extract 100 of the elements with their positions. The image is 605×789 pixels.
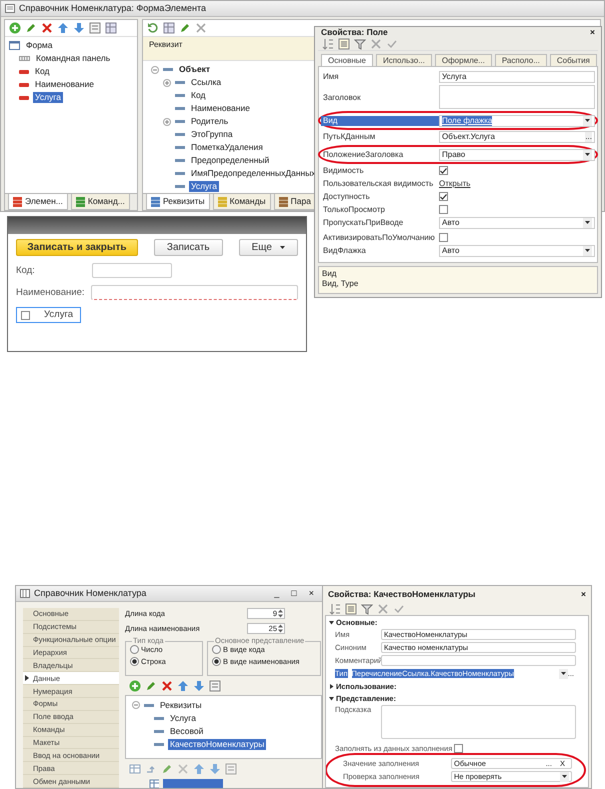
collapse-arrow-icon[interactable] [329, 620, 334, 624]
checkbox[interactable] [454, 744, 464, 753]
tree-item[interactable]: КачествоНоменклатуры [168, 739, 266, 750]
pencil-icon[interactable] [161, 762, 173, 775]
dropdown-arrow-icon[interactable] [585, 153, 590, 156]
panel-tab[interactable]: Элемен... [8, 194, 68, 210]
tree-item[interactable]: ЭтоГруппа [189, 129, 235, 140]
panel-icon[interactable] [89, 22, 101, 34]
property-field[interactable] [381, 705, 576, 739]
tree-item[interactable]: Услуга [168, 713, 198, 724]
pencil-icon[interactable] [25, 22, 37, 34]
tree-item[interactable]: Код [189, 90, 208, 101]
pencil-icon[interactable] [145, 680, 157, 692]
save-close-button[interactable]: Записать и закрыть [16, 239, 138, 256]
checkbox[interactable] [439, 205, 448, 214]
tree-item[interactable]: Предопределенный [189, 155, 272, 166]
checkbox[interactable] [21, 310, 30, 320]
property-field[interactable]: Услуга [439, 70, 595, 83]
tree-item[interactable]: Форма [24, 40, 54, 51]
delete-icon[interactable] [377, 602, 389, 614]
up-arrow-icon[interactable] [193, 762, 205, 775]
tab[interactable]: Оформле... [434, 54, 492, 66]
tree-item[interactable]: Услуга [33, 92, 63, 103]
add-icon[interactable] [129, 680, 141, 692]
dropdown-arrow-icon[interactable] [585, 221, 590, 224]
radio-button[interactable] [212, 656, 221, 666]
tab[interactable]: Использо... [376, 54, 432, 66]
up-arrow-icon[interactable] [177, 680, 189, 692]
checkbox[interactable] [439, 233, 448, 242]
checkbox-field[interactable]: Услуга [16, 307, 81, 323]
property-dropdown[interactable]: Авто [439, 216, 595, 229]
panel-tab[interactable]: Команд... [70, 194, 130, 210]
tree-item[interactable]: Код [33, 66, 52, 77]
close-button[interactable]: × [304, 588, 318, 599]
dropdown-arrow-icon[interactable] [562, 775, 567, 778]
collapse-arrow-icon[interactable] [329, 696, 334, 700]
grid-icon[interactable] [163, 22, 175, 34]
categories-icon[interactable] [345, 602, 357, 614]
panel-tab[interactable]: Пара [274, 194, 316, 210]
expand-arrow-icon[interactable] [329, 684, 334, 688]
filter-icon[interactable] [354, 38, 366, 50]
dropdown-arrow-icon[interactable] [280, 246, 285, 249]
collapse-icon[interactable] [132, 701, 140, 710]
tree-item[interactable]: Услуга [189, 181, 219, 192]
down-arrow-icon[interactable] [193, 680, 205, 692]
close-button[interactable]: × [581, 588, 586, 600]
sort-icon[interactable] [329, 602, 341, 614]
tree-item[interactable]: Наименование [33, 79, 96, 90]
dropdown-arrow-icon[interactable] [560, 672, 566, 675]
property-field[interactable] [381, 655, 576, 666]
delete-icon[interactable] [161, 680, 173, 692]
pencil-icon[interactable] [179, 22, 191, 34]
tree-item[interactable]: Наименование [189, 103, 252, 114]
checkbox[interactable] [439, 192, 448, 202]
down-arrow-icon[interactable] [209, 762, 221, 775]
tab[interactable]: Основные [321, 54, 373, 66]
property-dropdown[interactable]: Авто [439, 244, 595, 257]
maximize-button[interactable]: □ [287, 588, 301, 599]
panel-icon[interactable] [225, 762, 237, 775]
spin-arrows-icon[interactable] [278, 624, 283, 633]
collapse-icon[interactable] [151, 66, 159, 74]
property-dropdown[interactable]: Поле флажка [439, 114, 595, 127]
tree-item[interactable]: Ссылка [189, 77, 224, 88]
sort-icon[interactable] [322, 38, 334, 50]
delete-icon[interactable] [41, 22, 53, 34]
tree-item[interactable]: Реквизиты [158, 700, 204, 711]
save-button[interactable]: Записать [154, 239, 223, 256]
radio-button[interactable] [130, 656, 139, 666]
down-arrow-icon[interactable] [73, 22, 85, 34]
tree-item[interactable]: Родитель [189, 116, 230, 127]
property-field[interactable] [439, 85, 595, 110]
add-icon[interactable] [9, 22, 21, 34]
dropdown-arrow-icon[interactable] [585, 119, 590, 122]
more-button[interactable]: Еще [238, 239, 298, 256]
choose-button[interactable]: ... [585, 132, 592, 142]
tree-item[interactable]: ПометкаУдаления [189, 142, 265, 153]
property-dropdown[interactable]: Право [439, 148, 595, 161]
expand-icon[interactable] [163, 78, 171, 86]
grid-icon[interactable] [105, 22, 117, 34]
input-field[interactable] [91, 285, 298, 300]
expand-icon[interactable] [163, 118, 171, 126]
panel-tab[interactable]: Реквизиты [146, 194, 210, 210]
radio-button[interactable] [130, 644, 139, 654]
tree-item[interactable]: Весовой [168, 726, 206, 737]
open-link[interactable]: Открыть [439, 179, 470, 189]
tab[interactable]: События [550, 54, 597, 66]
radio-button[interactable] [212, 644, 221, 654]
spin-arrows-icon[interactable] [278, 609, 283, 618]
minimize-button[interactable]: _ [270, 588, 284, 599]
up-arrow-icon[interactable] [57, 22, 69, 34]
delete-icon[interactable] [195, 22, 207, 34]
close-button[interactable]: × [590, 27, 595, 38]
refresh-icon[interactable] [147, 22, 159, 34]
table-icon[interactable] [129, 762, 141, 775]
tree-item[interactable]: ИмяПредопределенныхДанных [189, 168, 318, 179]
property-field[interactable]: Объект.Услуга ... [439, 130, 595, 143]
dropdown-arrow-icon[interactable] [585, 249, 590, 252]
panel-tab[interactable]: Команды [212, 194, 271, 210]
categories-icon[interactable] [338, 38, 350, 50]
tab[interactable]: Располо... [494, 54, 547, 66]
